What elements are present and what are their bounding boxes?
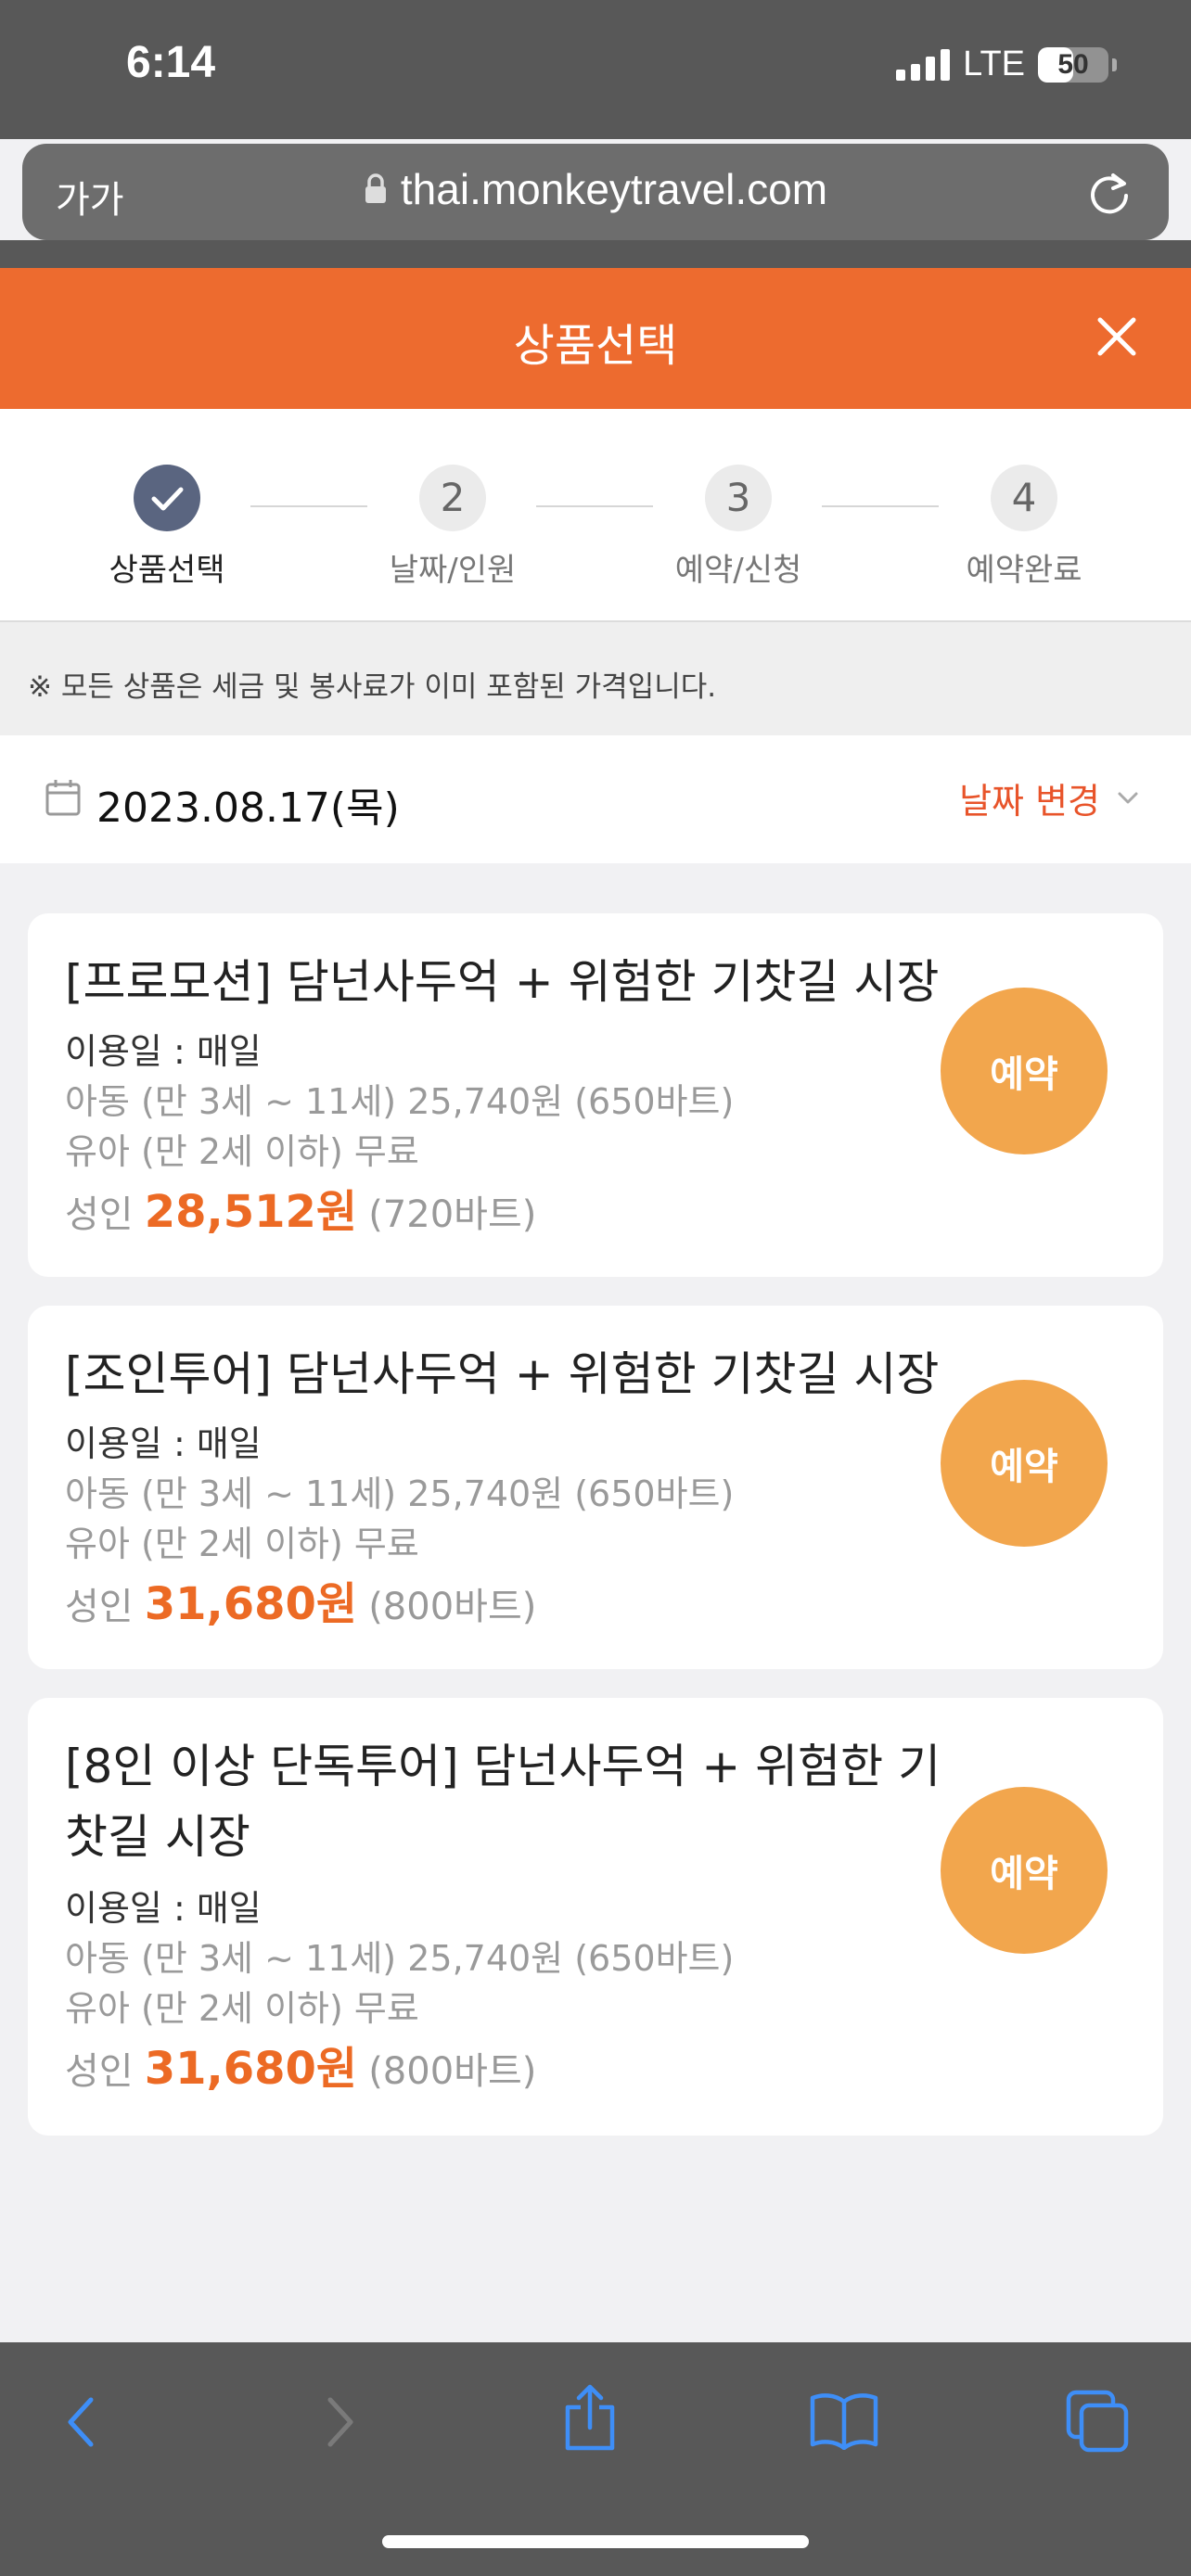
step-connector	[822, 505, 939, 507]
home-indicator[interactable]	[382, 2535, 809, 2548]
status-bar: 6:14 LTE 50	[0, 0, 1191, 139]
step-3: 3 예약/신청	[646, 465, 831, 590]
tabs-icon[interactable]	[1065, 2389, 1130, 2454]
child-price: 아동 (만 3세 ~ 11세) 25,740원 (650바트)	[65, 1473, 735, 1514]
adult-label: 성인	[65, 2050, 134, 2093]
bookmarks-icon[interactable]	[809, 2391, 879, 2450]
battery-icon: 50	[1038, 46, 1117, 83]
battery-level: 50	[1057, 48, 1089, 80]
lock-icon	[365, 173, 386, 203]
share-icon[interactable]	[560, 2383, 620, 2454]
step-connector	[536, 505, 653, 507]
network-label: LTE	[963, 45, 1025, 83]
step-1: 상품선택	[74, 465, 260, 590]
step-connector	[250, 505, 367, 507]
adult-baht: (720바트)	[368, 1193, 537, 1236]
adult-label: 성인	[65, 1193, 134, 1236]
infant-price: 유아 (만 2세 이하) 무료	[65, 1524, 419, 1564]
change-date-label: 날짜 변경	[959, 781, 1100, 822]
product-title-line: [8인 이상 단독투어] 담넌사두억 + 위험한 기	[65, 1740, 941, 1793]
product-card: [조인투어] 담넌사두억 + 위험한 기찻길 시장 이용일 : 매일 아동 (만…	[28, 1306, 1163, 1669]
reserve-button[interactable]: 예약	[941, 1380, 1108, 1547]
forward-icon[interactable]	[317, 2392, 362, 2452]
step-2: 2 날짜/인원	[360, 465, 545, 590]
step-label: 예약/신청	[674, 552, 802, 589]
status-indicators: LTE 50	[896, 45, 1117, 84]
page-header: 상품선택	[0, 268, 1191, 409]
url-text: thai.monkeytravel.com	[400, 165, 828, 213]
chevron-down-icon	[1118, 792, 1138, 803]
close-icon[interactable]	[1095, 314, 1139, 359]
usage-days: 이용일 : 매일	[65, 1423, 262, 1464]
product-title: [8인 이상 단독투어] 담넌사두억 + 위험한 기 찻길 시장	[65, 1731, 955, 1872]
address-bar[interactable]: 가가 thai.monkeytravel.com	[22, 144, 1169, 240]
browser-chrome-spacer	[0, 240, 1191, 268]
check-icon	[134, 465, 200, 531]
selected-date: 2023.08.17(목)	[96, 784, 400, 832]
progress-steps: 상품선택 2 날짜/인원 3 예약/신청 4 예약완료	[0, 409, 1191, 622]
usage-days: 이용일 : 매일	[65, 1888, 262, 1929]
adult-label: 성인	[65, 1586, 134, 1628]
status-time: 6:14	[126, 38, 216, 87]
child-price: 아동 (만 3세 ~ 11세) 25,740원 (650바트)	[65, 1081, 735, 1122]
product-title: [조인투어] 담넌사두억 + 위험한 기찻길 시장	[65, 1347, 940, 1401]
step-label: 날짜/인원	[389, 552, 517, 589]
product-title: [프로모션] 담넌사두억 + 위험한 기찻길 시장	[65, 955, 940, 1009]
product-card: [8인 이상 단독투어] 담넌사두억 + 위험한 기 찻길 시장 이용일 : 매…	[28, 1698, 1163, 2136]
adult-baht: (800바트)	[368, 1586, 537, 1628]
infant-price: 유아 (만 2세 이하) 무료	[65, 1131, 419, 1172]
adult-price: 28,512원	[144, 1186, 358, 1238]
url-display[interactable]: thai.monkeytravel.com	[22, 164, 1169, 214]
step-number: 4	[991, 465, 1057, 531]
adult-price: 31,680원	[144, 1578, 358, 1630]
adult-baht: (800바트)	[368, 2050, 537, 2093]
adult-price-row: 성인 31,680원 (800바트)	[65, 2032, 536, 2097]
product-card: [프로모션] 담넌사두억 + 위험한 기찻길 시장 이용일 : 매일 아동 (만…	[28, 913, 1163, 1277]
reserve-button[interactable]: 예약	[941, 988, 1108, 1154]
date-row: 2023.08.17(목) 날짜 변경	[0, 735, 1191, 863]
reserve-button[interactable]: 예약	[941, 1787, 1108, 1954]
change-date-button[interactable]: 날짜 변경	[959, 772, 1139, 823]
step-4: 4 예약완료	[931, 465, 1117, 590]
product-title-line: 찻길 시장	[65, 1810, 250, 1864]
child-price: 아동 (만 3세 ~ 11세) 25,740원 (650바트)	[65, 1938, 735, 1979]
price-notice: ※ 모든 상품은 세금 및 봉사료가 이미 포함된 가격입니다.	[0, 622, 1191, 735]
step-label: 상품선택	[109, 552, 225, 589]
page-title: 상품선택	[513, 320, 678, 372]
usage-days: 이용일 : 매일	[65, 1031, 262, 1072]
reload-icon[interactable]	[1085, 168, 1133, 216]
step-number: 3	[705, 465, 772, 531]
step-label: 예약완료	[966, 552, 1082, 589]
back-icon[interactable]	[59, 2392, 104, 2452]
adult-price: 31,680원	[144, 2043, 358, 2095]
step-number: 2	[419, 465, 486, 531]
signal-icon	[896, 48, 951, 81]
infant-price: 유아 (만 2세 이하) 무료	[65, 1988, 419, 2029]
adult-price-row: 성인 31,680원 (800바트)	[65, 1567, 536, 1632]
adult-price-row: 성인 28,512원 (720바트)	[65, 1175, 536, 1240]
calendar-icon	[45, 780, 81, 816]
